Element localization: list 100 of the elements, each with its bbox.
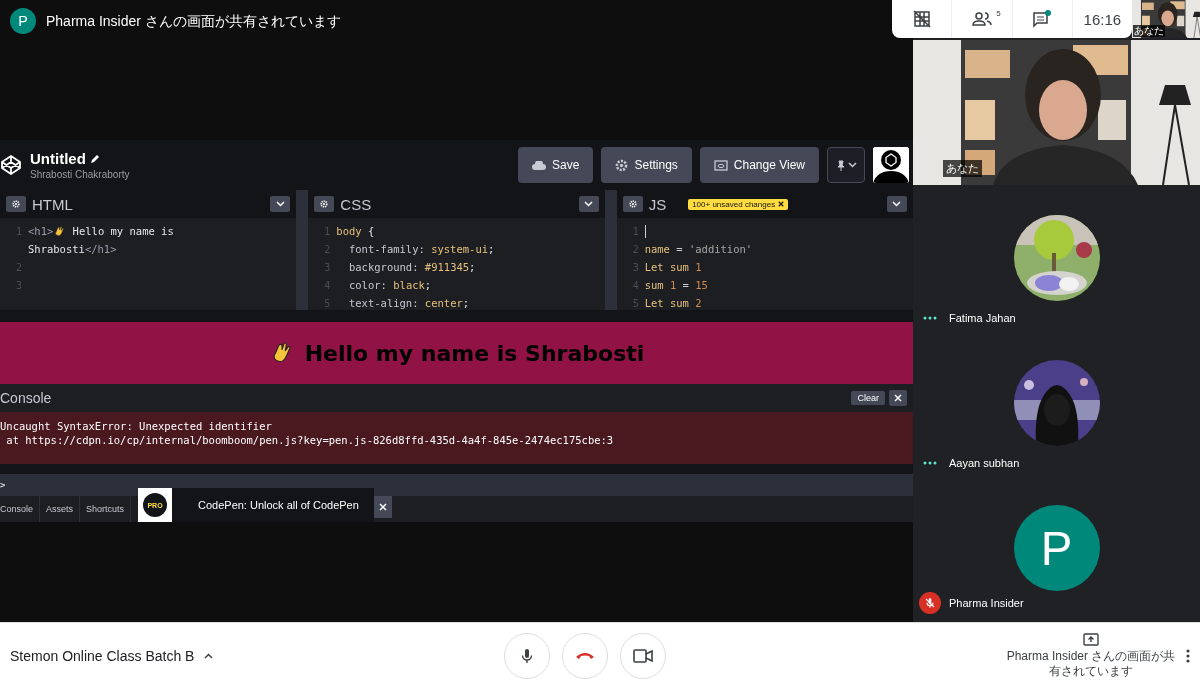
header-button[interactable]: Save [518,147,594,183]
code-token: Let sum [644,297,690,309]
audio-level-icon [923,316,937,320]
console-prompt[interactable]: > [0,480,6,490]
pen-title[interactable]: Untitled [30,150,86,167]
muted-microphone-icon [924,597,936,609]
participant-name: Pharma Insider [949,597,1024,609]
code-token: ; [488,243,495,255]
pane-settings-button[interactable] [6,196,26,212]
header-button[interactable]: Change View [699,147,819,183]
code-token: #911345 [424,261,470,273]
code-token: background: [347,261,420,273]
pane-title: JS [648,195,667,213]
bottom-tab[interactable]: Console [0,496,41,522]
code-token: </h1> [84,243,117,255]
people-icon [971,12,992,26]
text-cursor [644,224,647,238]
audio-level-icon [923,461,937,465]
code-token: body [336,225,362,237]
pane-menu-button[interactable] [887,196,907,212]
people-button[interactable]: 5 [952,0,1013,38]
chevron-icon [847,162,857,168]
code-token: name [644,243,670,255]
code-token: Shrabosti [28,243,85,255]
user-avatar[interactable] [873,147,909,183]
grid-off-icon [912,10,931,28]
chat-icon [1032,10,1053,28]
code-token: <h1> [28,225,54,237]
bottom-tab[interactable]: Shortcuts [86,496,132,522]
close-icon [379,503,387,511]
code-token: { [366,225,375,237]
settings-icon [320,200,329,208]
code-token: = [675,243,684,255]
pane-menu-button[interactable] [578,196,599,212]
code-token: Hello my name is [71,225,174,237]
participant-avatar: P [1013,505,1100,591]
waving-hand-icon [53,224,67,238]
error-message: Uncaught SyntaxError: Unexpected identifier [0,420,273,432]
code-token: system-ui [431,243,489,255]
code-token: 1 [695,261,702,273]
close-button[interactable] [889,390,907,406]
code-token: ; [462,297,470,309]
meeting-details-button[interactable] [204,652,214,659]
code-token: color: [347,279,388,291]
pane-title: HTML [32,195,73,213]
console-title: Console [0,390,52,406]
chevron-icon [584,201,594,207]
more-options-button[interactable] [1186,648,1190,663]
code-token: 1 [669,279,677,291]
code-token: ; [424,279,432,291]
clock-time: 16:16 [1082,10,1123,28]
participant-count: 5 [996,9,1001,18]
camera-icon [632,648,653,663]
present-icon[interactable] [1083,632,1099,646]
self-label: あなた [1133,25,1165,37]
chevron-icon [275,201,285,207]
meeting-name[interactable]: Stemon Online Class Batch B [10,647,195,664]
pane-title: CSS [340,195,372,213]
sharing-notice: Pharma Insider さんの画面が共有されています [46,12,341,31]
preview-heading: Hello my name is Shrabosti [304,340,645,366]
pane-settings-button[interactable] [314,196,335,212]
code-token: 'addition' [688,243,753,255]
code-token: sum [644,279,665,291]
code-token: = [681,279,690,291]
chevron-icon [204,652,214,659]
code-token: Let sum [644,261,690,273]
bottom-tab[interactable]: Assets [46,496,81,522]
pin-icon [835,159,846,171]
cloud-icon [532,160,547,170]
code-token: 2 [695,297,702,309]
author-name[interactable]: Shrabosti Chakraborty [30,169,511,180]
code-token: center [424,297,463,309]
view-icon [713,159,728,171]
pencil-icon[interactable] [89,153,100,164]
error-message: at https://cdpn.io/cp/internal/boomboom/pen.js?key=pen.js-826d8ffd-435d-4a4f-845e-2474ec175cbe:3 [5,434,615,446]
pin-button[interactable] [827,147,865,183]
promo-text: CodePen: Unlock all of CodePen [198,499,359,511]
chevron-icon [892,201,902,207]
participant-name: Aayan subhan [949,457,1020,469]
code-token: ; [469,261,476,273]
cube-logo-icon [0,154,22,176]
close-button[interactable] [374,496,392,518]
close-icon [894,394,902,402]
close-icon [778,201,785,207]
code-token: text-align: [347,297,420,309]
header-button[interactable]: Settings [601,147,692,183]
code-token: 15 [695,279,708,291]
unsaved-changes-badge[interactable]: 100+ unsaved changes [688,198,789,210]
presenting-notice: Pharma Insider さんの画面が共有されています [1006,648,1176,679]
clear-button[interactable]: Clear [851,391,885,405]
settings-icon [628,200,637,208]
settings-icon [12,200,20,208]
phone-icon [574,650,595,661]
code-token: black [393,279,425,291]
self-label: あなた [943,160,982,177]
code-token: font-family: [347,243,426,255]
pane-menu-button[interactable] [270,196,291,212]
self-thumbnail[interactable]: あなた [1132,0,1200,38]
pane-settings-button[interactable] [622,196,643,212]
settings-icon [615,158,629,172]
